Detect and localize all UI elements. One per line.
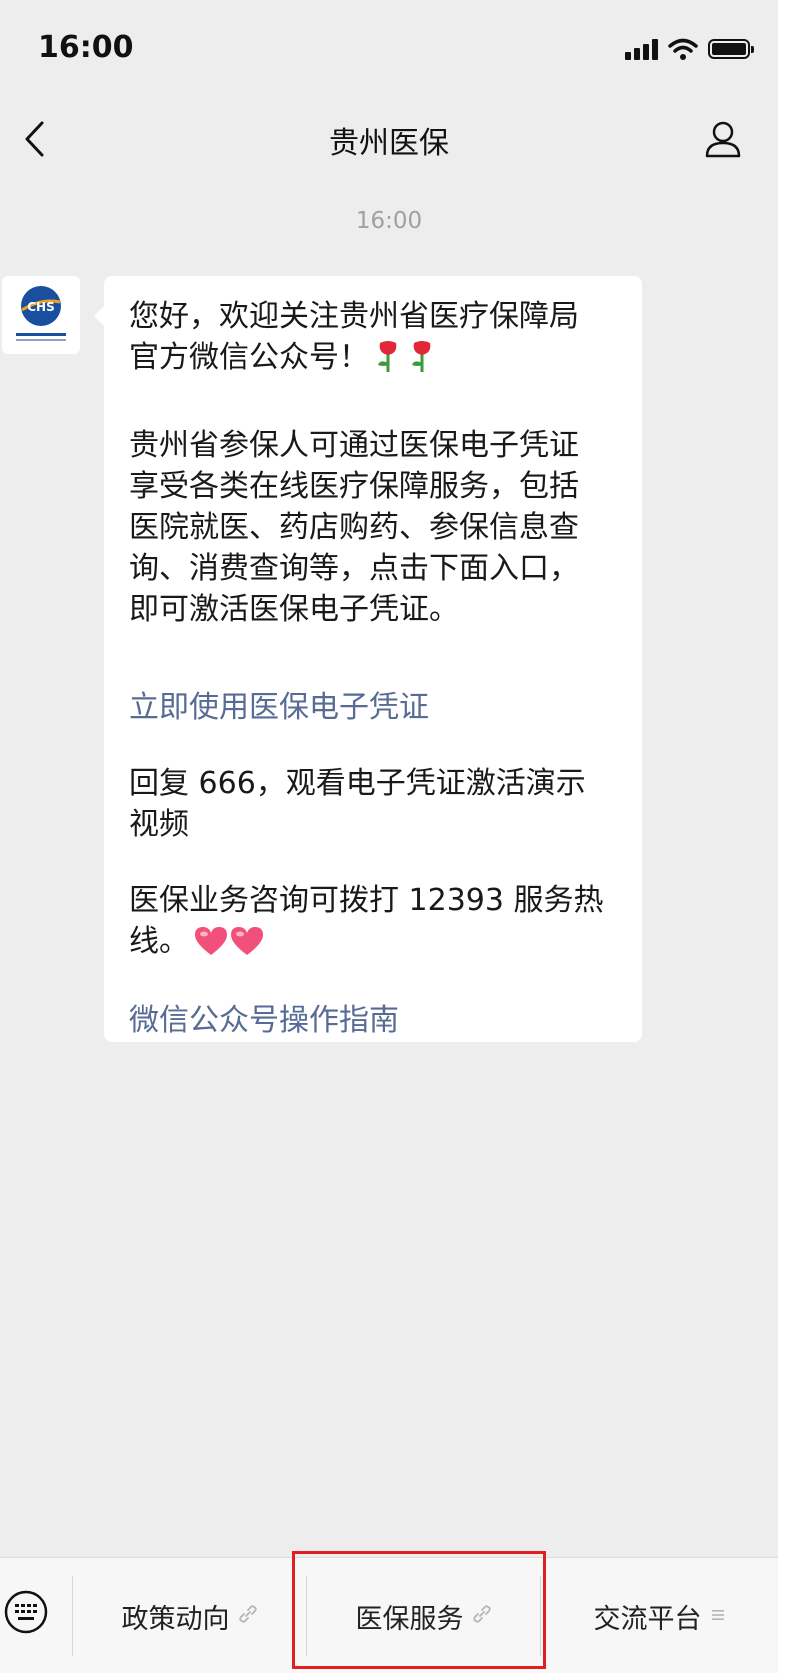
menu-item-policy[interactable]: 政策动向 <box>73 1558 306 1673</box>
keyboard-icon <box>4 1590 48 1634</box>
message-line: 医保业务咨询可拨打 12393 服务热 <box>129 883 604 918</box>
activate-e-voucher-link[interactable]: 立即使用医保电子凭证 <box>129 687 618 728</box>
message-line: 您好，欢迎关注贵州省医疗保障局 <box>129 299 579 334</box>
status-bar: 16:00 <box>0 0 778 100</box>
link-icon <box>472 1604 492 1629</box>
message-timestamp: 16:00 <box>355 208 423 234</box>
rose-icon <box>373 339 403 384</box>
wifi-icon <box>668 38 698 60</box>
wechat-chat-screen: 16:00 贵州医保 16:00 CHS 您好，欢迎关注贵州省医疗保障局 官方微… <box>0 0 778 1673</box>
message-line: 官方微信公众号！ <box>129 337 618 384</box>
menu-item-community[interactable]: 交流平台 <box>541 1558 778 1673</box>
message-bubble: 您好，欢迎关注贵州省医疗保障局 官方微信公众号！ 贵州省参保人可通过医保电子凭证… <box>94 276 642 1042</box>
rose-icon <box>407 339 437 384</box>
battery-icon <box>708 39 754 59</box>
message-line: 医院就医、药店购药、参保信息查 <box>129 510 579 545</box>
menu-item-medical-insurance-service[interactable]: 医保服务 <box>307 1558 540 1673</box>
message-line: 贵州省参保人可通过医保电子凭证 <box>129 428 579 463</box>
cellular-signal-icon <box>625 38 658 60</box>
status-time: 16:00 <box>38 30 134 65</box>
message-line: 享受各类在线医疗保障服务，包括 <box>129 469 579 504</box>
bottom-menu-bar: 政策动向 医保服务 交流平台 <box>0 1557 778 1673</box>
link-icon <box>238 1604 258 1629</box>
heart-icon <box>193 925 229 968</box>
message-line: 即可激活医保电子凭证。 <box>129 592 459 627</box>
message-line: 线。 <box>129 921 618 968</box>
status-icons <box>625 38 754 60</box>
message-line: 回复 666，观看电子凭证激活演示 <box>129 766 586 801</box>
avatar[interactable]: CHS <box>2 276 80 354</box>
menu-lines-icon <box>710 1604 726 1628</box>
keyboard-toggle-button[interactable] <box>0 1586 52 1638</box>
message-line: 视频 <box>129 807 189 842</box>
guide-link[interactable]: 微信公众号操作指南 <box>129 1000 618 1041</box>
svg-text:CHS: CHS <box>27 300 55 314</box>
chs-logo: CHS <box>16 286 66 341</box>
profile-button[interactable] <box>698 114 748 164</box>
nav-bar: 贵州医保 <box>0 100 778 180</box>
person-icon <box>705 121 741 158</box>
heart-icon <box>229 925 265 968</box>
page-title: 贵州医保 <box>329 126 449 161</box>
message-line: 询、消费查询等，点击下面入口， <box>129 551 579 586</box>
